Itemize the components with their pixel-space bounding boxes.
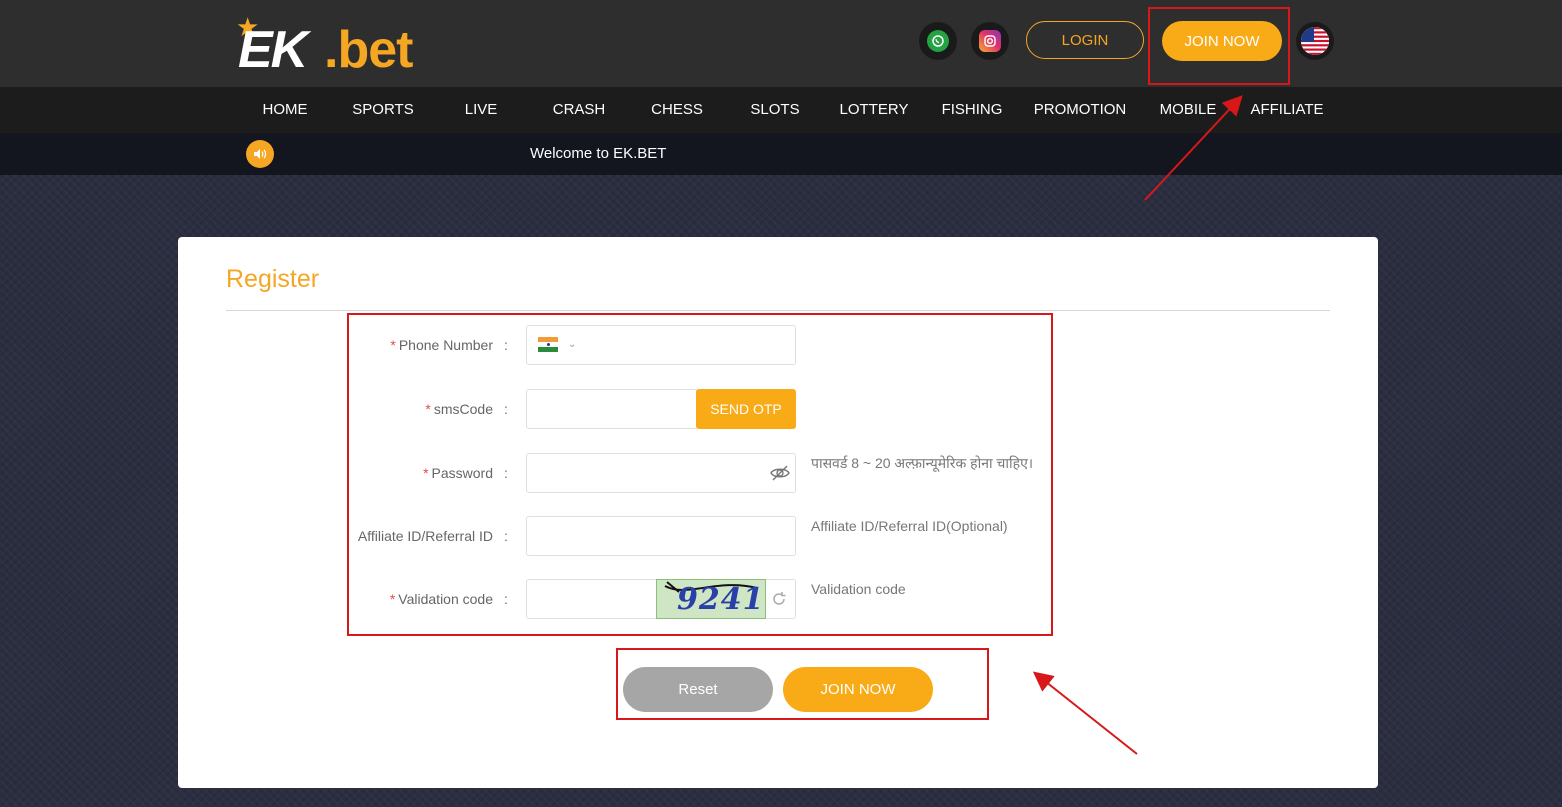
ekbet-logo[interactable]: ★ EK .bet xyxy=(236,14,441,79)
nav-sports[interactable]: SPORTS xyxy=(352,87,413,133)
nav-lottery[interactable]: LOTTERY xyxy=(840,87,909,133)
nav-chess[interactable]: CHESS xyxy=(651,87,703,133)
main-nav: HOME SPORTS LIVE CRASH CHESS SLOTS LOTTE… xyxy=(0,87,1562,133)
instagram-icon[interactable] xyxy=(971,22,1009,60)
highlight-join-header xyxy=(1148,7,1290,85)
nav-home[interactable]: HOME xyxy=(263,87,308,133)
announcement-bar xyxy=(0,133,1562,175)
speaker-icon xyxy=(246,140,274,168)
language-selector[interactable] xyxy=(1296,22,1334,60)
top-header: ★ EK .bet LOGIN JOIN NOW xyxy=(0,0,1562,87)
highlight-form xyxy=(347,313,1053,636)
highlight-buttons xyxy=(616,648,989,720)
page-title: Register xyxy=(226,265,320,293)
logo-ek-text: EK xyxy=(238,21,308,79)
nav-promotion[interactable]: PROMOTION xyxy=(1034,87,1127,133)
nav-fishing[interactable]: FISHING xyxy=(942,87,1003,133)
nav-mobile[interactable]: MOBILE xyxy=(1160,87,1217,133)
whatsapp-icon[interactable] xyxy=(919,22,957,60)
login-button[interactable]: LOGIN xyxy=(1026,21,1144,59)
logo-bet-text: .bet xyxy=(324,21,413,79)
nav-crash[interactable]: CRASH xyxy=(553,87,606,133)
nav-slots[interactable]: SLOTS xyxy=(750,87,799,133)
nav-live[interactable]: LIVE xyxy=(465,87,498,133)
us-flag-icon xyxy=(1301,27,1329,55)
announcement-text: Welcome to EK.BET xyxy=(530,145,667,162)
nav-affiliate[interactable]: AFFILIATE xyxy=(1250,87,1323,133)
title-divider xyxy=(226,310,1330,311)
